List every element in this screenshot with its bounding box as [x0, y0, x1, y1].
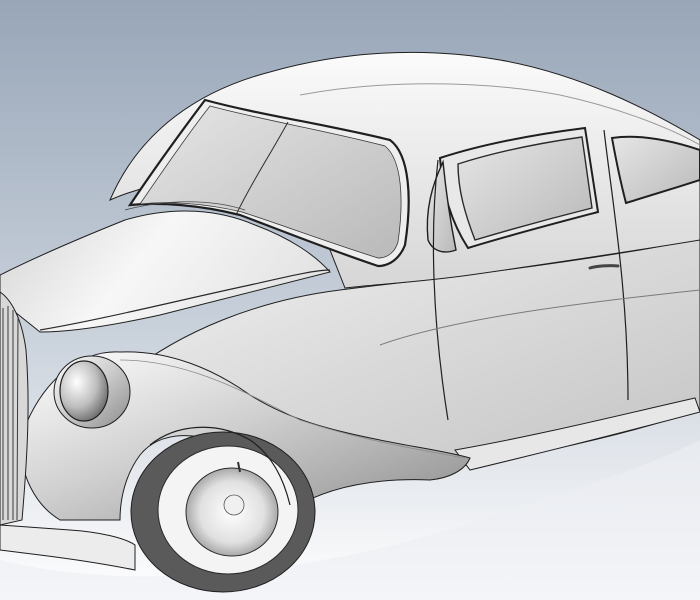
3d-viewport[interactable]: [0, 0, 700, 600]
front-wheel: [130, 431, 316, 593]
headlamp-lens: [59, 360, 109, 422]
hubcap-center: [223, 494, 245, 516]
car-model-render: [0, 0, 700, 600]
